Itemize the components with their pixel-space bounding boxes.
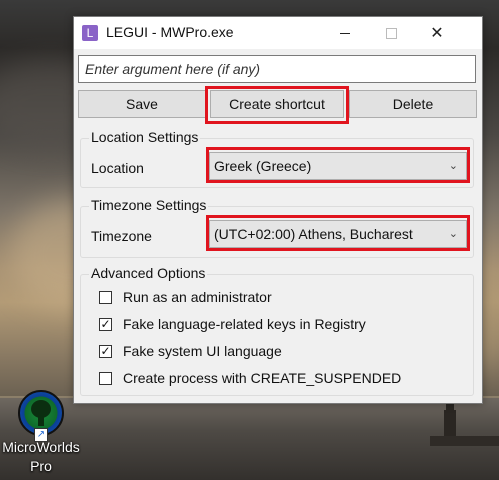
location-settings-title: Location Settings [89, 129, 201, 145]
checkbox-label: Fake language-related keys in Registry [123, 316, 366, 332]
maximize-icon [385, 28, 397, 39]
minimize-button[interactable] [322, 17, 368, 49]
checkbox[interactable]: ✓ [99, 318, 112, 331]
close-button[interactable]: ✕ [414, 17, 460, 49]
maximize-button[interactable] [368, 17, 414, 49]
desktop-icon-label-line2: Pro [30, 458, 52, 474]
checkbox[interactable] [99, 372, 112, 385]
pier [430, 436, 499, 446]
minimize-icon [340, 33, 350, 34]
checkbox[interactable]: ✓ [99, 345, 112, 358]
title-bar[interactable]: L LEGUI - MWPro.exe ✕ [74, 17, 482, 49]
timezone-label: Timezone [91, 228, 152, 244]
close-icon: ✕ [430, 23, 444, 42]
checkbox[interactable] [99, 291, 112, 304]
advanced-options-title: Advanced Options [89, 265, 208, 281]
app-icon: L [82, 25, 98, 41]
checkbox-label: Fake system UI language [123, 343, 282, 359]
highlight-create-shortcut [205, 86, 349, 124]
tree-trunk [38, 416, 44, 426]
advanced-options-group: Advanced Options Run as an administrator… [80, 265, 474, 396]
save-button[interactable]: Save [78, 90, 206, 118]
timezone-settings-title: Timezone Settings [89, 197, 209, 213]
highlight-timezone-select [206, 215, 470, 251]
legui-window: L LEGUI - MWPro.exe ✕ Save Create shortc… [73, 16, 483, 404]
checkbox-label: Run as an administrator [123, 289, 272, 305]
checkbox-label: Create process with CREATE_SUSPENDED [123, 370, 402, 386]
window-title: LEGUI - MWPro.exe [106, 24, 234, 40]
microworlds-app-icon: ↗ [18, 390, 64, 442]
location-label: Location [91, 160, 144, 176]
argument-input[interactable] [78, 55, 476, 83]
highlight-location-select [206, 147, 470, 183]
desktop-shortcut-microworlds-pro[interactable]: ↗ MicroWorlds Pro [0, 386, 82, 476]
delete-button[interactable]: Delete [349, 90, 477, 118]
desktop-icon-label: MicroWorlds Pro [0, 438, 82, 476]
shortcut-arrow-icon: ↗ [34, 428, 48, 442]
